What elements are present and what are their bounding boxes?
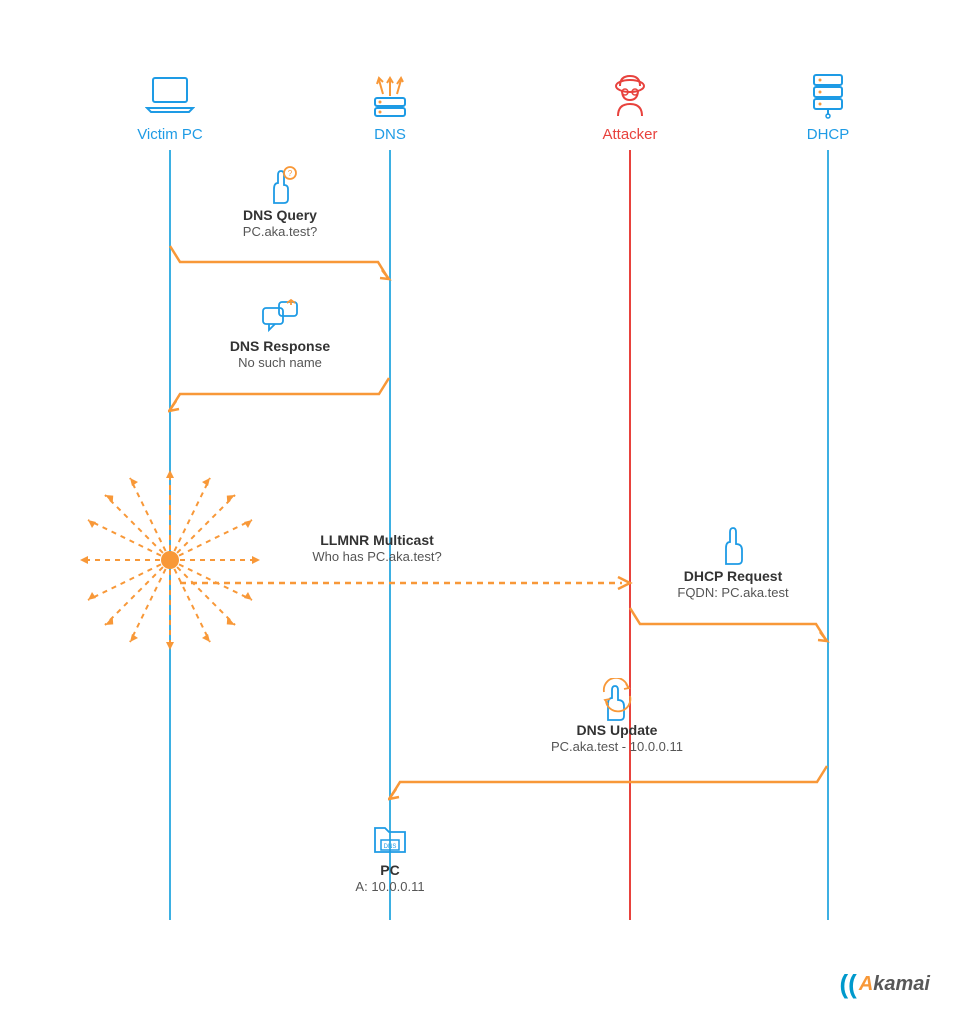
lifeline-attacker [629,150,631,920]
arrow-llmnr [178,574,634,592]
svg-text:?: ? [288,169,293,178]
actor-dns: DNS [350,70,430,143]
svg-text:DNS: DNS [384,844,397,850]
laptop-icon [120,70,220,120]
msg-sub: Who has PC.aka.test? [272,549,482,564]
msg-llmnr: LLMNR Multicast Who has PC.aka.test? [272,532,482,564]
hand-question-icon: ? [195,165,365,205]
actor-victim: Victim PC [120,70,220,143]
msg-dns-response: DNS Response No such name [195,296,365,370]
actor-dhcp: DHCP [788,70,868,143]
msg-sub: FQDN: PC.aka.test [648,585,818,600]
dhcp-icon [788,70,868,120]
arrow-dns-query [168,244,392,282]
msg-sub: PC.aka.test? [195,224,365,239]
dns-icon [350,70,430,120]
chat-icon [195,296,365,336]
msg-title: LLMNR Multicast [272,532,482,548]
actor-label: DHCP [788,126,868,143]
msg-sub: PC.aka.test - 10.0.0.11 [512,739,722,754]
msg-dhcp-request: DHCP Request FQDN: PC.aka.test [648,526,818,600]
msg-dns-update: DNS Update PC.aka.test - 10.0.0.11 [512,680,722,754]
hand-point-icon [648,526,818,566]
msg-dns-query: ? DNS Query PC.aka.test? [195,165,365,239]
msg-title: DHCP Request [648,568,818,584]
arrow-dns-response [168,376,392,414]
msg-title: DNS Response [195,338,365,354]
msg-title: DNS Update [512,722,722,738]
brand-swoosh-icon: (( [840,969,857,1000]
msg-title: PC [340,862,440,878]
dns-folder-icon: DNS [340,820,440,860]
arrow-dns-update [388,764,830,802]
msg-sub: A: 10.0.0.11 [340,879,440,894]
arrow-dhcp-request [628,606,830,644]
msg-title: DNS Query [195,207,365,223]
actor-label: Victim PC [120,126,220,143]
attacker-icon [580,70,680,120]
brand-logo: ((Akamai [840,969,931,1000]
actor-label: DNS [350,126,430,143]
multicast-burst-icon [60,450,280,670]
actor-label: Attacker [580,126,680,143]
lifeline-dhcp [827,150,829,920]
hand-refresh-icon [512,680,722,720]
actor-attacker: Attacker [580,70,680,143]
msg-sub: No such name [195,355,365,370]
msg-dns-record: DNS PC A: 10.0.0.11 [340,820,440,894]
